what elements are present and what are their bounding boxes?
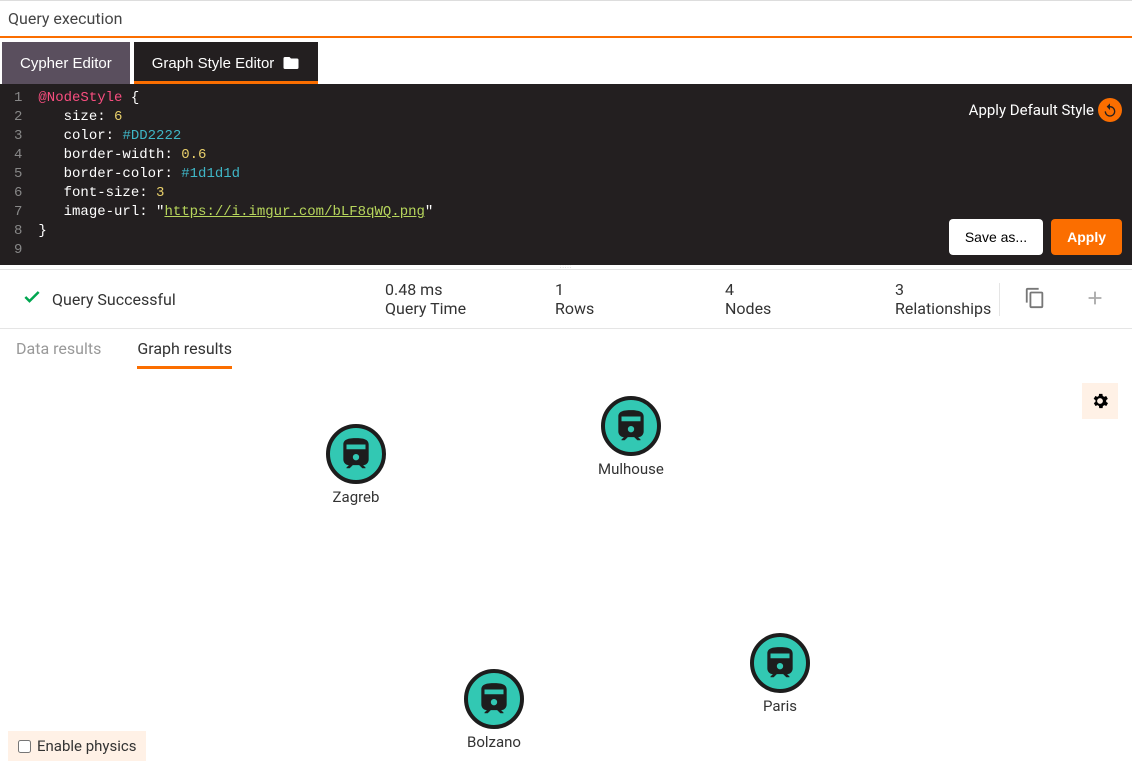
stat-relationships: 3 Relationships xyxy=(895,280,995,318)
train-icon xyxy=(612,407,650,445)
train-icon xyxy=(337,435,375,473)
node-circle xyxy=(464,669,524,729)
result-tabs: Data results Graph results xyxy=(0,329,1132,369)
enable-physics-toggle[interactable]: Enable physics xyxy=(8,731,146,761)
tab-cypher-editor[interactable]: Cypher Editor xyxy=(2,42,130,84)
tab-graph-style-editor[interactable]: Graph Style Editor xyxy=(134,42,319,84)
query-stats: Query Successful 0.48 ms Query Time 1 Ro… xyxy=(0,269,1132,329)
apply-default-style[interactable]: Apply Default Style xyxy=(969,98,1122,122)
graph-node[interactable]: Bolzano xyxy=(464,669,524,751)
status-text: Query Successful xyxy=(52,290,176,309)
stats-group: 0.48 ms Query Time 1 Rows 4 Nodes 3 Rela… xyxy=(385,280,999,318)
graph-edges xyxy=(0,369,300,519)
copy-button[interactable] xyxy=(1020,283,1050,316)
apply-default-label: Apply Default Style xyxy=(969,101,1094,119)
graph-node[interactable]: Zagreb xyxy=(326,424,386,506)
tab-label: Graph Style Editor xyxy=(152,55,275,72)
apply-button[interactable]: Apply xyxy=(1051,219,1122,255)
stat-query-time: 0.48 ms Query Time xyxy=(385,280,485,318)
line-gutter: 123456789 xyxy=(0,84,32,265)
node-label: Zagreb xyxy=(333,488,380,506)
stats-actions xyxy=(999,283,1110,316)
copy-icon xyxy=(1024,287,1046,309)
gear-icon xyxy=(1090,391,1110,411)
node-circle xyxy=(750,633,810,693)
node-label: Mulhouse xyxy=(598,460,664,478)
node-label: Bolzano xyxy=(467,733,521,751)
graph-canvas[interactable]: Zagreb Mulhouse Bolzano Paris Enable phy… xyxy=(0,369,1132,769)
folder-icon xyxy=(282,54,300,72)
graph-node[interactable]: Paris xyxy=(750,633,810,715)
tab-graph-results[interactable]: Graph results xyxy=(137,339,232,369)
physics-checkbox[interactable] xyxy=(18,740,31,753)
save-as-button[interactable]: Save as... xyxy=(949,219,1043,255)
tab-data-results[interactable]: Data results xyxy=(16,339,101,369)
node-circle xyxy=(601,396,661,456)
train-icon xyxy=(761,644,799,682)
physics-label: Enable physics xyxy=(37,737,136,755)
page-title: Query execution xyxy=(0,0,1132,36)
code-editor[interactable]: 123456789 @NodeStyle { size: 6 color: #D… xyxy=(0,84,1132,265)
undo-icon xyxy=(1098,98,1122,122)
node-circle xyxy=(326,424,386,484)
settings-button[interactable] xyxy=(1082,383,1118,419)
check-icon xyxy=(22,287,42,311)
plus-icon xyxy=(1084,287,1106,309)
stat-nodes: 4 Nodes xyxy=(725,280,825,318)
node-label: Paris xyxy=(763,697,797,715)
editor-actions: Save as... Apply xyxy=(949,219,1122,255)
add-button[interactable] xyxy=(1080,283,1110,316)
query-status: Query Successful xyxy=(22,287,176,311)
stat-rows: 1 Rows xyxy=(555,280,655,318)
train-icon xyxy=(475,680,513,718)
graph-node[interactable]: Mulhouse xyxy=(598,396,664,478)
editor-tabs: Cypher Editor Graph Style Editor xyxy=(0,38,1132,84)
